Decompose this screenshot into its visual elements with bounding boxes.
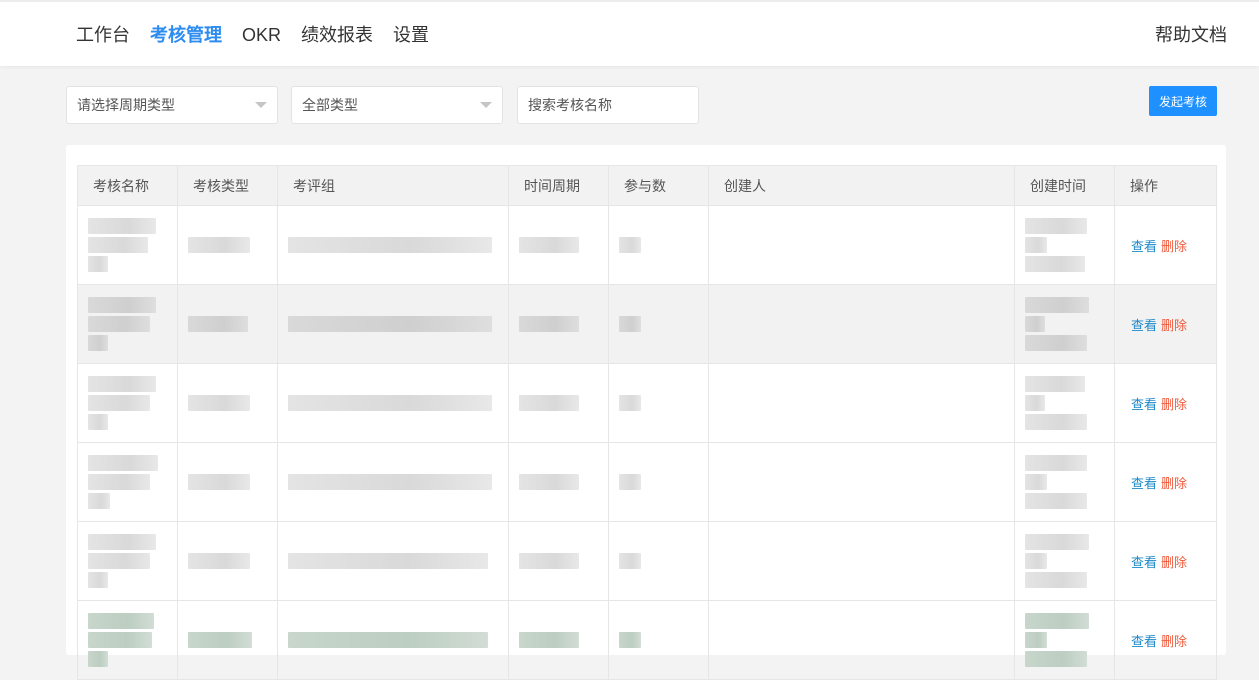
- assessment-list-panel: 考核名称 考核类型 考评组 时间周期 参与数 创建人 创建时间 操作 查看删除: [66, 145, 1226, 680]
- view-link[interactable]: 查看: [1131, 239, 1157, 254]
- view-link[interactable]: 查看: [1131, 397, 1157, 412]
- table-row: 查看 删除: [77, 521, 1217, 601]
- col-header-actions: 操作: [1114, 165, 1217, 206]
- col-header-type: 考核类型: [177, 165, 278, 206]
- col-header-creator: 创建人: [708, 165, 1015, 206]
- nav-item-workbench[interactable]: 工作台: [76, 22, 130, 48]
- col-header-period: 时间周期: [508, 165, 609, 206]
- cycle-type-select-value: 请选择周期类型: [77, 97, 175, 113]
- chevron-down-icon: [255, 102, 267, 108]
- table-row: 查看 删除: [77, 442, 1217, 522]
- view-link[interactable]: 查看: [1131, 555, 1157, 570]
- nav-item-settings[interactable]: 设置: [393, 22, 429, 48]
- main-nav: 工作台 考核管理 OKR 绩效报表 设置: [76, 22, 449, 48]
- cycle-type-select[interactable]: 请选择周期类型: [66, 86, 278, 124]
- col-header-created-time: 创建时间: [1014, 165, 1115, 206]
- delete-link[interactable]: 删除: [1161, 318, 1187, 333]
- table-row: 查看 删除: [77, 363, 1217, 443]
- table-row: 查看 删除: [77, 205, 1217, 285]
- assessment-table: 考核名称 考核类型 考评组 时间周期 参与数 创建人 创建时间 操作 查看删除: [77, 165, 1217, 680]
- col-header-participants: 参与数: [608, 165, 709, 206]
- table-row: 查看 删除: [77, 600, 1217, 680]
- view-link[interactable]: 查看: [1131, 634, 1157, 649]
- delete-link[interactable]: 删除: [1161, 239, 1187, 254]
- assessment-type-select[interactable]: 全部类型: [291, 86, 503, 124]
- assessment-type-select-value: 全部类型: [302, 97, 358, 113]
- help-docs-link[interactable]: 帮助文档: [1155, 22, 1227, 48]
- col-header-group: 考评组: [277, 165, 509, 206]
- delete-link[interactable]: 删除: [1161, 555, 1187, 570]
- nav-item-okr[interactable]: OKR: [242, 22, 281, 48]
- start-assessment-button[interactable]: 发起考核: [1149, 86, 1217, 116]
- view-link[interactable]: 查看: [1131, 476, 1157, 491]
- view-link[interactable]: 查看: [1131, 318, 1157, 333]
- delete-link[interactable]: 删除: [1161, 634, 1187, 649]
- nav-item-assessment-management[interactable]: 考核管理: [150, 22, 222, 48]
- table-row: 查看 删除: [77, 284, 1217, 364]
- chevron-down-icon: [480, 102, 492, 108]
- top-navigation-bar: 工作台 考核管理 OKR 绩效报表 设置 帮助文档: [0, 0, 1259, 66]
- col-header-name: 考核名称: [77, 165, 178, 206]
- delete-link[interactable]: 删除: [1161, 476, 1187, 491]
- nav-item-performance-report[interactable]: 绩效报表: [301, 22, 373, 48]
- delete-link[interactable]: 删除: [1161, 397, 1187, 412]
- table-header-row: 考核名称 考核类型 考评组 时间周期 参与数 创建人 创建时间 操作: [77, 165, 1217, 206]
- search-assessment-input[interactable]: [517, 86, 699, 124]
